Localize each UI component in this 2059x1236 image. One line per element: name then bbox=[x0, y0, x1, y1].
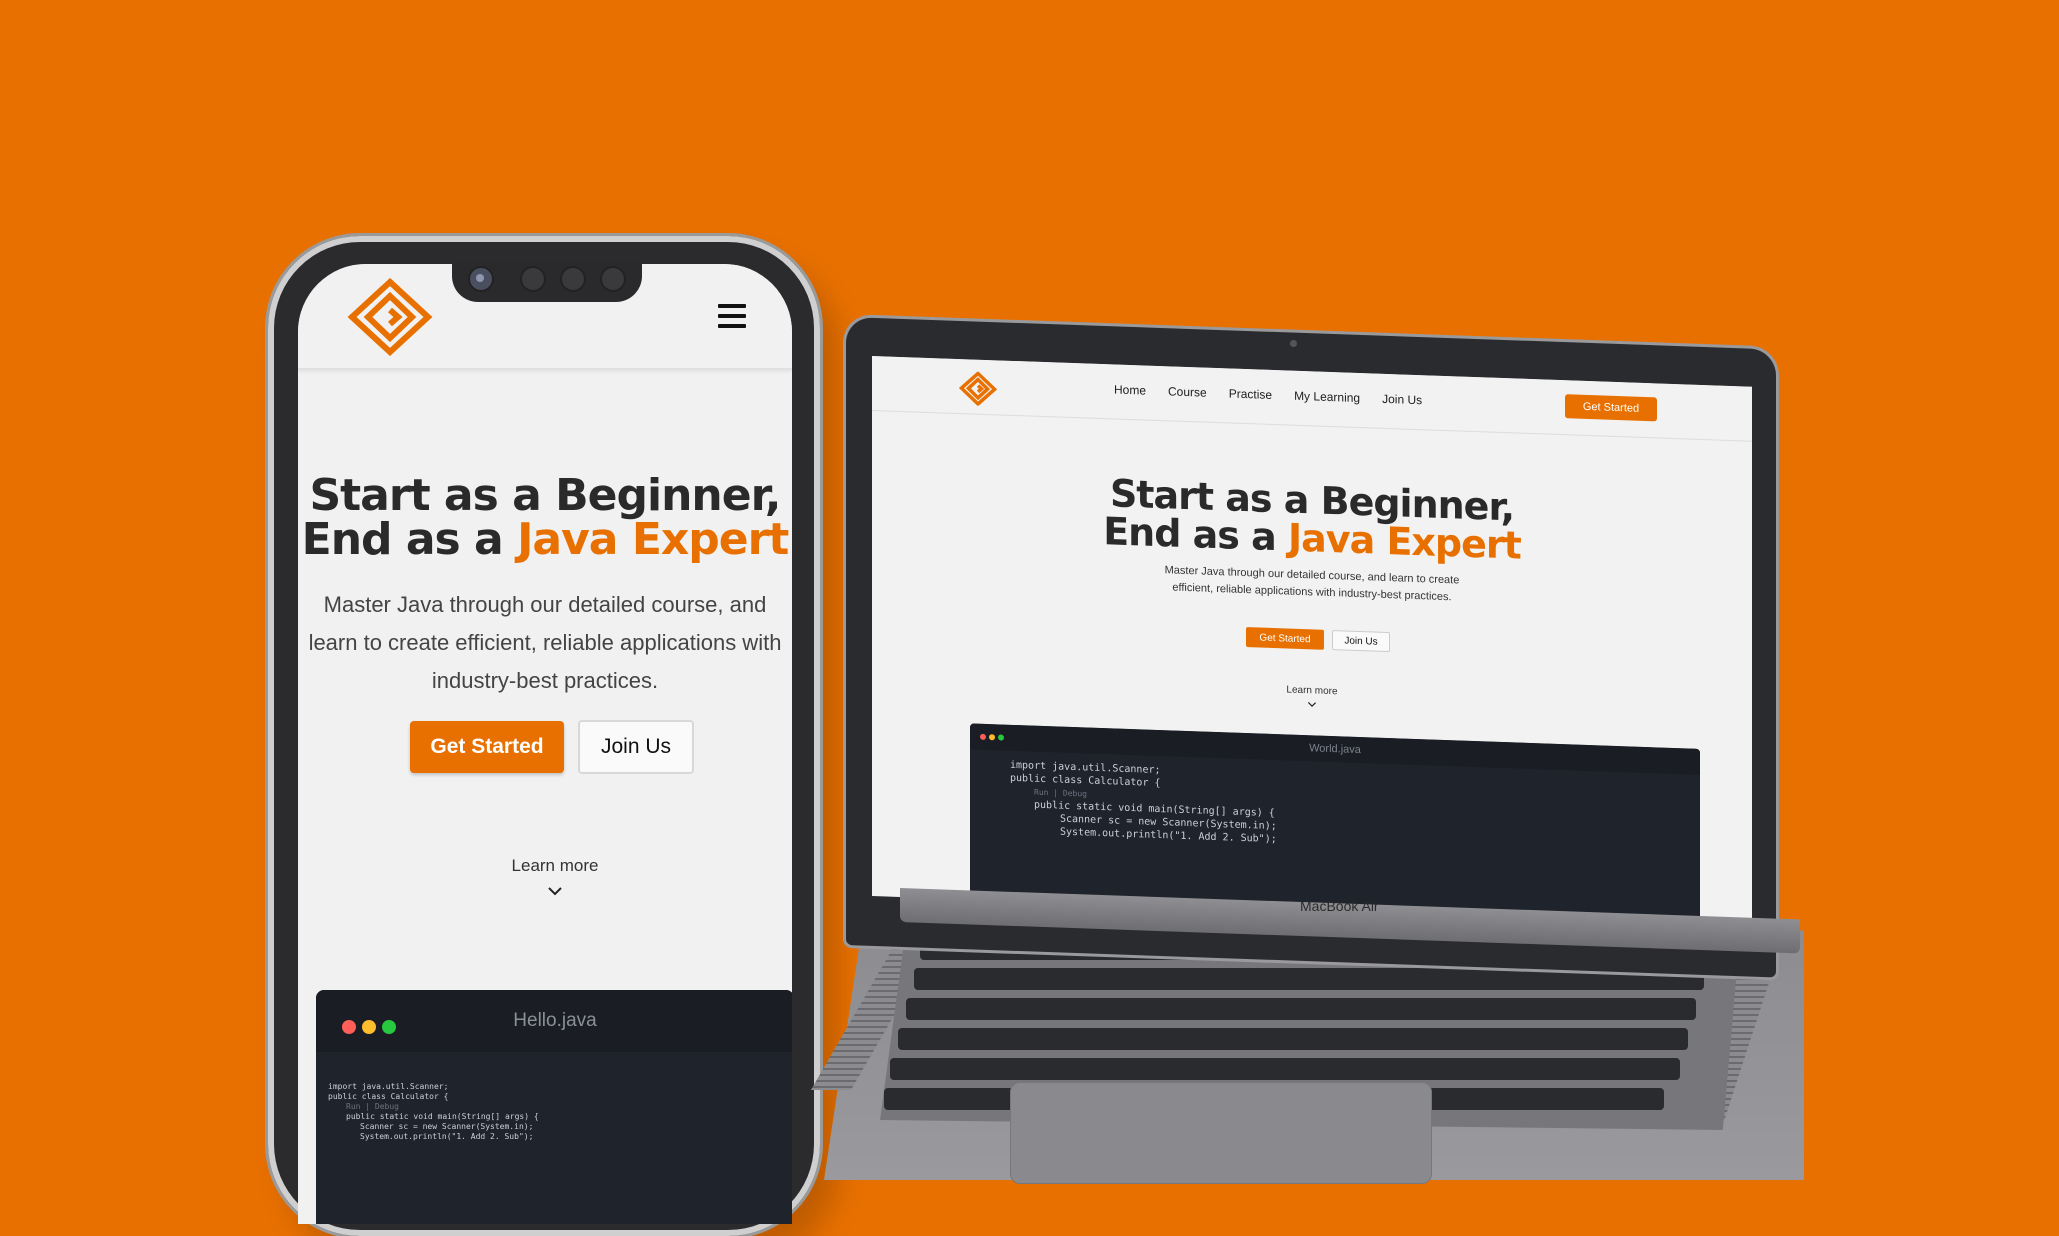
sensor-icon bbox=[560, 266, 586, 292]
code-line: public class Calculator { bbox=[328, 1092, 449, 1101]
nav-link-course[interactable]: Course bbox=[1168, 384, 1207, 399]
logo-icon[interactable] bbox=[958, 371, 998, 407]
phone-screen: Start as a Beginner, End as a Java Exper… bbox=[298, 264, 792, 1224]
sensor-icon bbox=[600, 266, 626, 292]
code-body: import java.util.Scanner; public class Ca… bbox=[328, 1082, 539, 1142]
nav-link-join-us[interactable]: Join Us bbox=[1382, 392, 1422, 407]
hero-title-line1: Start as a Beginner, bbox=[309, 470, 781, 521]
hero-description: Master Java through our detailed course,… bbox=[1164, 564, 1460, 604]
hero-title: Start as a Beginner, End as a Java Exper… bbox=[298, 474, 792, 562]
nav-link-home[interactable]: Home bbox=[1114, 382, 1146, 397]
nav-link-practise[interactable]: Practise bbox=[1229, 386, 1272, 402]
hero-title-accent: Java Expert bbox=[517, 514, 789, 565]
laptop-model-label: MacBook Air bbox=[1300, 898, 1379, 914]
code-line: Scanner sc = new Scanner(System.in); bbox=[360, 1122, 534, 1131]
code-window-title: Hello.java bbox=[513, 1010, 597, 1031]
nav-link-my-learning[interactable]: My Learning bbox=[1294, 389, 1360, 405]
code-line: public static void main(String[] args) { bbox=[346, 1112, 539, 1121]
code-window: Hello.java import java.util.Scanner; publ… bbox=[316, 990, 792, 1224]
hero-title-prefix: End as a bbox=[1103, 509, 1289, 560]
join-us-button[interactable]: Join Us bbox=[578, 720, 694, 774]
sensor-icon bbox=[520, 266, 546, 292]
code-line: import java.util.Scanner; bbox=[328, 1082, 449, 1091]
camera-icon bbox=[468, 266, 494, 292]
trackpad bbox=[1010, 1082, 1432, 1184]
hero-title-prefix: End as a bbox=[301, 514, 518, 565]
nav-links: Home Course Practise My Learning Join Us bbox=[1114, 382, 1422, 407]
code-window-titlebar: Hello.java bbox=[316, 990, 792, 1052]
hero-title: Start as a Beginner, End as a Java Exper… bbox=[872, 466, 1752, 573]
get-started-button[interactable]: Get Started bbox=[410, 721, 564, 773]
hero-title-accent: Java Expert bbox=[1288, 515, 1521, 568]
chevron-down-icon[interactable] bbox=[1307, 701, 1317, 708]
hamburger-icon[interactable] bbox=[718, 304, 746, 328]
code-line: System.out.println("1. Add 2. Sub"); bbox=[360, 1132, 534, 1141]
chevron-down-icon[interactable] bbox=[547, 886, 563, 896]
webcam-icon bbox=[1290, 340, 1297, 347]
join-us-button[interactable]: Join Us bbox=[1332, 630, 1390, 653]
logo-icon[interactable] bbox=[346, 278, 434, 356]
code-body: import java.util.Scanner; public class Ca… bbox=[984, 758, 1277, 846]
get-started-button[interactable]: Get Started bbox=[1246, 627, 1324, 650]
learn-more-link[interactable]: Learn more bbox=[298, 856, 792, 876]
hero-description: Master Java through our detailed course,… bbox=[308, 592, 782, 693]
laptop-screen: Home Course Practise My Learning Join Us… bbox=[872, 356, 1752, 927]
code-line: Run | Debug bbox=[346, 1102, 399, 1111]
nav-get-started-button[interactable]: Get Started bbox=[1565, 394, 1657, 422]
